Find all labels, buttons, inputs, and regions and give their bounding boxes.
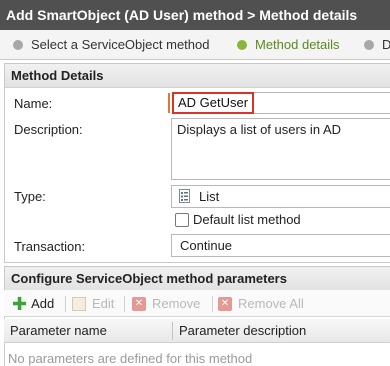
method-details-header: Method Details [5, 64, 390, 88]
step-dot-icon [237, 40, 247, 50]
description-textarea[interactable]: Displays a list of users in AD [171, 118, 390, 180]
parameters-toolbar: ✚ Add Edit ✕ Remove ✕ Remove All [4, 290, 390, 317]
list-icon [178, 189, 193, 204]
wizard-step-select-serviceobject-method[interactable]: Select a ServiceObject method [13, 30, 210, 59]
wizard-step-next[interactable]: De [364, 30, 390, 59]
parameters-grid-header: Parameter name Parameter description [4, 319, 390, 343]
type-value: List [199, 189, 220, 204]
toolbar-divider [124, 296, 125, 312]
required-field-marker [168, 93, 170, 113]
name-input-extension[interactable] [254, 92, 390, 114]
transaction-select[interactable]: Continue [171, 234, 390, 257]
edit-button[interactable]: Edit [72, 290, 114, 317]
edit-icon [72, 296, 86, 311]
default-list-method-checkbox[interactable] [175, 213, 189, 227]
remove-all-icon: ✕ [218, 296, 232, 311]
wizard-step-label: De [382, 30, 390, 59]
description-label: Description: [14, 122, 83, 137]
step-dot-icon [13, 40, 23, 50]
step-dot-icon [364, 40, 374, 50]
column-header-parameter-name[interactable]: Parameter name [10, 323, 107, 338]
empty-parameters-message: No parameters are defined for this metho… [8, 351, 253, 366]
type-select[interactable]: List [171, 185, 390, 208]
column-header-parameter-description[interactable]: Parameter description [179, 323, 306, 338]
remove-all-button-label: Remove All [238, 296, 304, 311]
remove-icon: ✕ [132, 296, 146, 311]
name-input[interactable]: AD GetUser [172, 92, 254, 114]
name-label: Name: [14, 96, 53, 111]
type-label: Type: [14, 189, 46, 204]
wizard-steps: Select a ServiceObject method Method det… [0, 30, 390, 60]
toolbar-divider [65, 296, 66, 312]
wizard-step-label: Select a ServiceObject method [31, 37, 210, 52]
wizard-step-method-details[interactable]: Method details [237, 30, 340, 59]
edit-button-label: Edit [92, 296, 115, 311]
window-title: Add SmartObject (AD User) method > Metho… [0, 0, 390, 30]
transaction-label: Transaction: [14, 239, 86, 254]
remove-button-label: Remove [152, 296, 201, 311]
add-button[interactable]: ✚ Add [12, 290, 54, 317]
remove-button[interactable]: ✕ Remove [132, 290, 200, 317]
remove-all-button[interactable]: ✕ Remove All [218, 290, 304, 317]
default-list-method-label: Default list method [193, 212, 301, 227]
toolbar-divider [212, 296, 213, 312]
parameters-header: Configure ServiceObject method parameter… [5, 267, 390, 291]
column-divider [172, 322, 173, 340]
plus-icon: ✚ [12, 293, 28, 314]
wizard-step-label: Method details [255, 37, 340, 52]
add-button-label: Add [31, 296, 55, 311]
